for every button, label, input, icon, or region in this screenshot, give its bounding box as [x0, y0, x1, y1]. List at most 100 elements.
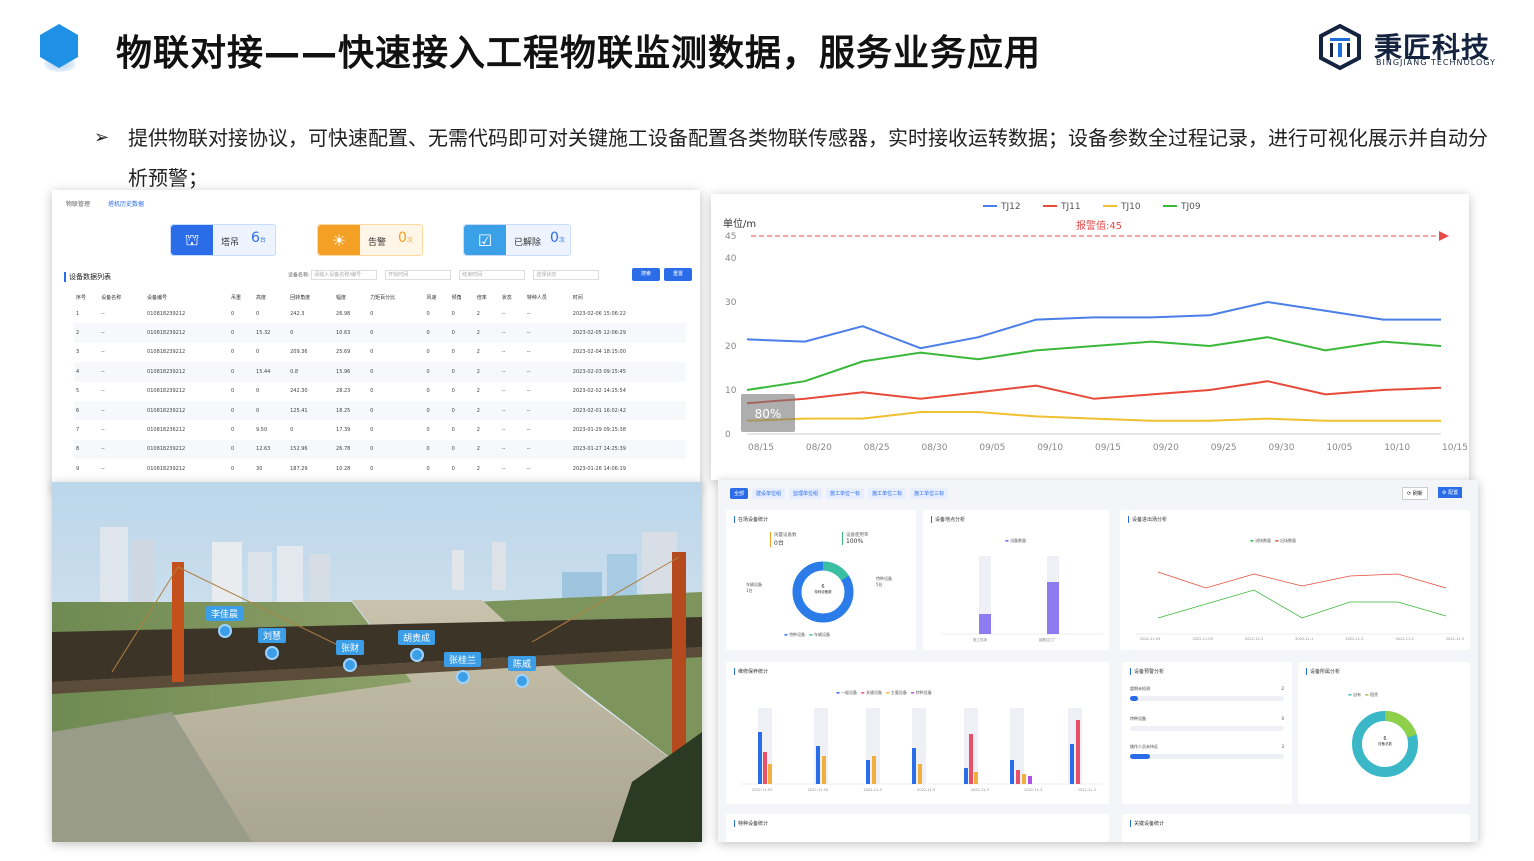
table-cell: 2 — [474, 439, 500, 460]
bridge-scene-illustration — [52, 482, 702, 842]
worker-marker[interactable]: 李佳晨 — [206, 606, 244, 638]
table-cell: 2 — [476, 388, 480, 395]
table-cell: 0 — [290, 427, 294, 434]
search-button[interactable]: 搜索 — [632, 268, 660, 281]
table-cell: -- — [526, 388, 531, 395]
table-cell: -- — [526, 349, 531, 356]
column-header: 倍率 — [476, 294, 487, 301]
y-tick-label: 30 — [725, 298, 737, 308]
table-cell: 2 — [74, 323, 100, 343]
x-tick-label: 09/15 — [1095, 443, 1121, 453]
tab-section-3[interactable]: 施工单位三标 — [910, 488, 949, 499]
worker-marker[interactable]: 张财 — [336, 640, 365, 672]
card-device-warning: 设备预警分析 超期未检测 2 特种设备 0 操作人员未持证 3 — [1122, 662, 1292, 804]
table-cell: 2 — [474, 400, 500, 421]
refresh-button[interactable]: ⟳ 刷新 — [1402, 487, 1428, 500]
card-onsite-devices: 在场设备统计 闲置设备数 0台 设备使用率 100% 6 特种设备数 车辆设备 1台 特… — [726, 510, 916, 650]
table-cell: -- — [101, 388, 105, 395]
table-row[interactable]: 9 -- 010818239212 0 30 187.29 10.28 0 0 0 2 -- -- 202… — [74, 459, 686, 478]
table-cell: 2023-01-26 14:06:19 — [572, 465, 626, 472]
end-time-input[interactable]: 结束时间 — [459, 270, 526, 280]
table-cell: 0 — [368, 323, 425, 343]
card-title: 特种设备统计 — [734, 820, 768, 827]
page-title: 物联对接——快速接入工程物联监测数据，服务业务应用 — [116, 33, 1042, 74]
worker-marker[interactable]: 陈威 — [508, 656, 537, 688]
y-tick-label: 0 — [725, 430, 731, 440]
table-cell: 0.8 — [288, 362, 335, 382]
onsite-legend: ▬ 特种设备 ▬ 车辆设备 — [784, 632, 830, 637]
card-device-location: 设备地点分析 ▬ 设备数量 施工现场 钢筋加工厂 — [923, 510, 1109, 650]
table-cell: 0 — [449, 323, 475, 343]
worker-marker[interactable]: 胡贵成 — [398, 630, 436, 662]
worker-marker[interactable]: 刘慧 — [258, 628, 287, 660]
table-cell: 010818239212 — [147, 465, 186, 472]
card-maintenance: 维修保养统计 ▬ 一般设备 ▬ 关键设备 ▬ 主要设备 ▬ 特种设备 2022-… — [726, 662, 1109, 804]
stat-card-crane[interactable]: ⛫ 塔吊 6台 — [170, 224, 276, 256]
table-cell: 010818239212 — [145, 362, 229, 382]
tab-iot-management[interactable]: 物联管理 — [66, 201, 90, 208]
column-header: 状态 — [501, 294, 512, 301]
table-cell: 0 — [424, 362, 450, 382]
worker-pin-icon — [343, 658, 357, 672]
maintain-bar-chart — [740, 708, 1102, 785]
table-cell: 242.3 — [290, 310, 305, 317]
config-button[interactable]: ⚙ 配置 — [1438, 487, 1463, 498]
table-row[interactable]: 2 -- 010818239212 0 15.32 0 10.63 0 0 0 2 -- -- 2023-… — [74, 323, 686, 343]
worker-marker[interactable]: 张桂兰 — [444, 652, 482, 684]
table-row[interactable]: 8 -- 010818239212 0 12.63 152.96 26.78 0 0 0 2 -- --… — [74, 439, 686, 460]
table-body: 1 -- 010818239212 0 0 242.3 26.98 0 0 0 2 -- -- 2023-… — [74, 304, 686, 479]
device-name-input[interactable]: 请输入设备名称/编号 — [311, 270, 378, 280]
start-time-input[interactable]: 开始时间 — [385, 270, 452, 280]
left-label: 车辆设备 1台 — [746, 582, 762, 593]
table-cell: 0 — [451, 465, 455, 472]
table-cell: 7 — [76, 427, 80, 434]
tab-crane-history[interactable]: 塔机历史数据 — [108, 201, 144, 208]
maintain-x-axis: 2022-11-03 2022-11-04 2022-11-3 2022-11-5 20… — [752, 788, 1096, 792]
table-cell: 30 — [256, 465, 263, 472]
table-row[interactable]: 1 -- 010818239212 0 0 242.3 26.98 0 0 0 2 -- -- 2023-… — [74, 304, 686, 323]
table-cell: 010818239212 — [147, 388, 186, 395]
table-cell: 5 — [76, 388, 80, 395]
table-cell: 0 — [256, 310, 260, 317]
tab-supervision-unit[interactable]: 监理单位组 — [789, 488, 823, 499]
table-cell: 12.63 — [254, 439, 289, 460]
table-row[interactable]: 5 -- 010818239212 0 0 242.30 28.23 0 0 0 2 -- -- 2023… — [74, 382, 686, 401]
tab-all[interactable]: 全部 — [730, 488, 749, 499]
table-row[interactable]: 6 -- 010818239212 0 0 125.41 18.25 0 0 0 2 -- -- 2023… — [74, 400, 686, 421]
table-cell: 2023-02-01 16:02:42 — [570, 400, 686, 421]
right-label: 特种设备 5台 — [876, 576, 892, 587]
tab-section-2[interactable]: 施工单位二标 — [868, 488, 907, 499]
stat-card-resolved[interactable]: ☑ 已解除 0次 — [463, 224, 571, 256]
tab-section-1[interactable]: 施工单位一标 — [826, 488, 865, 499]
table-cell: 10.28 — [336, 465, 351, 472]
table-cell: 2023-02-02 14:15:54 — [572, 388, 626, 395]
bridge-3d-scene[interactable]: 李佳晨 刘慧 张财 胡贵成 张桂兰 陈威 — [52, 482, 702, 842]
table-cell: -- — [501, 427, 506, 434]
table-cell: 0 — [424, 439, 450, 460]
legend-label: TJ09 — [1180, 202, 1201, 212]
table-cell: 0 — [451, 427, 455, 434]
stat-card-alarm[interactable]: ☀ 告警 0次 — [317, 224, 423, 256]
x-label: 钢筋加工厂 — [1039, 638, 1057, 642]
x-tick-label: 09/20 — [1153, 443, 1179, 453]
worker-pin-icon — [265, 646, 279, 660]
table-cell: 0 — [368, 400, 425, 421]
column-header: 设备编号 — [147, 294, 168, 301]
table-row[interactable]: 4 -- 010818239212 0 15.44 0.8 15.96 0 0 0 2 -- -- 202… — [74, 362, 686, 382]
slide: 物联对接——快速接入工程物联监测数据，服务业务应用 秉匠科技 BINGJIANG… — [0, 0, 1534, 861]
table-row[interactable]: 3 -- 010818239212 0 0 209.36 25.69 0 0 0 2 -- -- 2023… — [74, 343, 686, 362]
table-cell: -- — [499, 362, 525, 382]
table-cell: 2023-02-05 12:06:29 — [570, 323, 686, 343]
table-cell: 26.78 — [334, 439, 369, 460]
table-cell: 15.44 — [254, 362, 289, 382]
status-select[interactable]: 选择状态 — [533, 270, 600, 280]
x-tick-label: 08/15 — [748, 443, 774, 453]
table-cell: -- — [524, 362, 571, 382]
table-cell: 0 — [368, 439, 425, 460]
table-cell: 0 — [230, 310, 235, 317]
table-row[interactable]: 7 -- 010818236212 0 9.50 0 17.39 0 0 0 2 -- -- 2023-0… — [74, 420, 686, 439]
tab-construction-unit[interactable]: 建设单位组 — [752, 488, 786, 499]
table-cell: -- — [101, 427, 105, 434]
reset-button[interactable]: 重置 — [664, 268, 692, 281]
table-cell: 0 — [451, 349, 455, 356]
